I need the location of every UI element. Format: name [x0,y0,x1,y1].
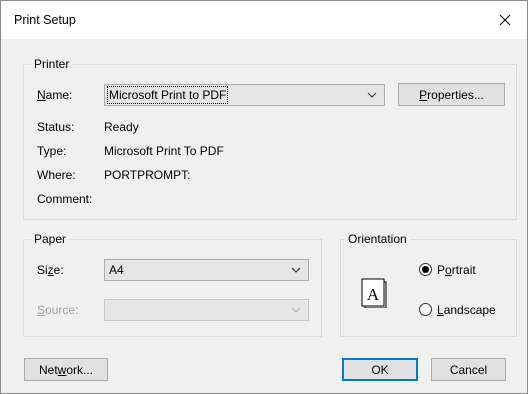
where-label: Where: [37,168,76,182]
chevron-down-icon [291,307,301,313]
status-label: Status: [37,120,75,134]
type-label: Type: [37,144,67,158]
orientation-icon-letter: A [367,285,380,304]
chevron-down-icon [367,92,377,98]
close-button[interactable] [483,1,527,39]
paper-size-label: Size: [37,263,64,277]
paper-group-label: Paper [31,232,70,246]
ok-button[interactable]: OK [342,358,418,381]
orientation-group-label: Orientation [345,232,410,246]
cancel-button[interactable]: Cancel [431,358,506,381]
printer-name-select[interactable]: Microsoft Print to PDF [104,84,385,106]
landscape-label[interactable]: Landscape [437,303,496,317]
paper-group: Paper [23,232,322,337]
paper-source-select[interactable] [104,299,309,321]
print-setup-dialog: Print Setup Printer Name: Microsoft Prin… [0,0,528,394]
where-value: PORTPROMPT: [104,168,191,182]
paper-source-label: Source: [37,303,79,317]
dialog-title: Print Setup [14,13,76,27]
portrait-label[interactable]: Portrait [437,263,476,277]
printer-name-value: Microsoft Print to PDF [106,86,229,104]
paper-size-value: A4 [109,263,124,277]
landscape-radio[interactable] [419,303,432,316]
network-button[interactable]: Net w ork... [24,358,108,381]
paper-size-select[interactable]: A4 [104,259,309,281]
properties-button[interactable]: Properties... [398,83,505,106]
printer-group-label: Printer [31,57,73,71]
status-value: Ready [104,120,139,134]
portrait-radio-dot [422,266,429,273]
portrait-page-icon: A [361,278,387,308]
chevron-down-icon [291,267,301,273]
close-icon [499,14,511,26]
comment-label: Comment: [37,192,93,206]
printer-name-label: Name: [37,88,73,102]
title-bar: Print Setup [1,1,527,39]
paper-source-value [108,302,110,318]
type-value: Microsoft Print To PDF [104,144,224,158]
portrait-radio[interactable] [419,263,432,276]
